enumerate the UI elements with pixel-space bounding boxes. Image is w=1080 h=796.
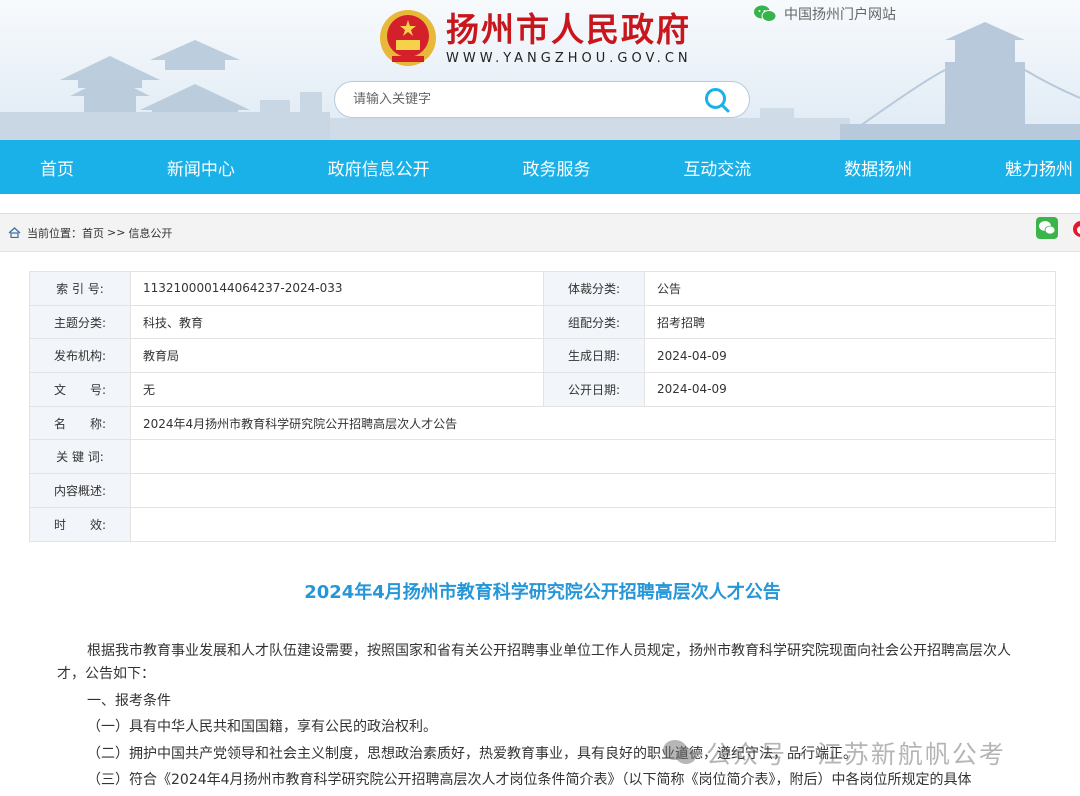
info-metadata-table: 索 引 号: 113210000144064237-2024-033 体裁分类:… <box>29 271 1056 542</box>
search-input[interactable] <box>335 92 703 107</box>
site-title: 扬州市人民政府 <box>446 10 691 49</box>
nav-news-center[interactable]: 新闻中心 <box>167 155 235 180</box>
national-emblem-icon <box>380 10 436 66</box>
validity-label: 时 效: <box>29 506 131 542</box>
watermark-text: 公众号 · 江苏新航帆公考 <box>706 740 1006 769</box>
publisher-label: 发布机构: <box>29 338 131 374</box>
site-header: 扬州市人民政府 WWW.YANGZHOU.GOV.CN 中国扬州门户网站 <box>0 0 1080 140</box>
genre-value: 公告 <box>644 271 1056 306</box>
created-date-label: 生成日期: <box>543 338 645 374</box>
breadcrumb-prefix: 当前位置： <box>27 226 82 240</box>
table-row: 主题分类: 科技、教育 组配分类: 招考招聘 <box>29 304 1056 340</box>
publisher-value: 教育局 <box>130 338 544 374</box>
table-row: 索 引 号: 113210000144064237-2024-033 体裁分类:… <box>29 271 1056 306</box>
public-date-value: 2024-04-09 <box>644 372 1056 407</box>
topic-label: 主题分类: <box>29 304 131 340</box>
article-body: 根据我市教育事业发展和人才队伍建设需要，按照国家和省有关公开招聘事业单位工作人员… <box>57 640 1027 796</box>
article-title: 2024年4月扬州市教育科学研究院公开招聘高层次人才公告 <box>304 582 781 603</box>
doc-number-value: 无 <box>130 372 544 407</box>
summary-label: 内容概述: <box>29 473 131 508</box>
portal-link-label: 中国扬州门户网站 <box>784 7 896 23</box>
table-row: 内容概述: <box>29 473 1056 508</box>
watermark: 公众号 · 江苏新航帆公考 <box>662 735 1006 771</box>
home-icon <box>8 227 21 238</box>
group-value: 招考招聘 <box>644 304 1056 340</box>
topic-value: 科技、教育 <box>130 304 544 340</box>
nav-gov-services[interactable]: 政务服务 <box>522 155 590 180</box>
nav-interaction[interactable]: 互动交流 <box>683 155 751 180</box>
nav-gov-info[interactable]: 政府信息公开 <box>328 155 430 180</box>
keywords-label: 关 键 词: <box>29 439 131 475</box>
table-row: 关 键 词: <box>29 439 1056 475</box>
doc-number-label: 文 号: <box>29 372 131 407</box>
breadcrumb-separator: >> <box>107 226 126 239</box>
article-paragraph: 一、报考条件 <box>87 692 171 709</box>
table-row: 时 效: <box>29 506 1056 542</box>
genre-label: 体裁分类: <box>543 271 645 306</box>
search-box <box>334 81 750 118</box>
search-icon[interactable] <box>703 86 731 114</box>
validity-value <box>130 506 1056 542</box>
site-logo[interactable]: 扬州市人民政府 WWW.YANGZHOU.GOV.CN <box>378 8 692 68</box>
breadcrumb-home[interactable]: 首页 <box>82 225 104 241</box>
wechat-watermark-icon <box>663 740 696 764</box>
created-date-value: 2024-04-09 <box>644 338 1056 374</box>
group-label: 组配分类: <box>543 304 645 340</box>
public-date-label: 公开日期: <box>543 372 645 407</box>
wechat-icon <box>754 5 776 22</box>
weibo-share-icon[interactable] <box>1070 217 1080 239</box>
table-row: 文 号: 无 公开日期: 2024-04-09 <box>29 372 1056 407</box>
breadcrumb-current[interactable]: 信息公开 <box>128 225 172 241</box>
table-row: 发布机构: 教育局 生成日期: 2024-04-09 <box>29 338 1056 374</box>
wechat-share-icon[interactable] <box>1036 217 1058 239</box>
article-paragraph: 根据我市教育事业发展和人才队伍建设需要，按照国家和省有关公开招聘事业单位工作人员… <box>57 643 1011 682</box>
nav-data[interactable]: 数据扬州 <box>844 155 912 180</box>
index-number-value: 113210000144064237-2024-033 <box>130 271 544 306</box>
main-nav: 首页 新闻中心 政府信息公开 政务服务 互动交流 数据扬州 魅力扬州 <box>0 140 1080 194</box>
breadcrumb: 当前位置： 首页 >> 信息公开 <box>0 213 1080 252</box>
portal-link[interactable]: 中国扬州门户网站 <box>754 4 896 24</box>
name-value: 2024年4月扬州市教育科学研究院公开招聘高层次人才公告 <box>130 405 1056 441</box>
article-paragraph: （三）符合《2024年4月扬州市教育科学研究院公开招聘高层次人才岗位条件简介表》… <box>87 772 972 788</box>
keywords-value <box>130 439 1056 475</box>
nav-charm[interactable]: 魅力扬州 <box>1005 155 1073 180</box>
nav-home[interactable]: 首页 <box>40 155 74 180</box>
name-label: 名 称: <box>29 405 131 441</box>
share-tools <box>1036 217 1080 239</box>
table-row: 名 称: 2024年4月扬州市教育科学研究院公开招聘高层次人才公告 <box>29 405 1056 441</box>
summary-value <box>130 473 1056 508</box>
site-url: WWW.YANGZHOU.GOV.CN <box>446 51 692 66</box>
index-number-label: 索 引 号: <box>29 271 131 306</box>
